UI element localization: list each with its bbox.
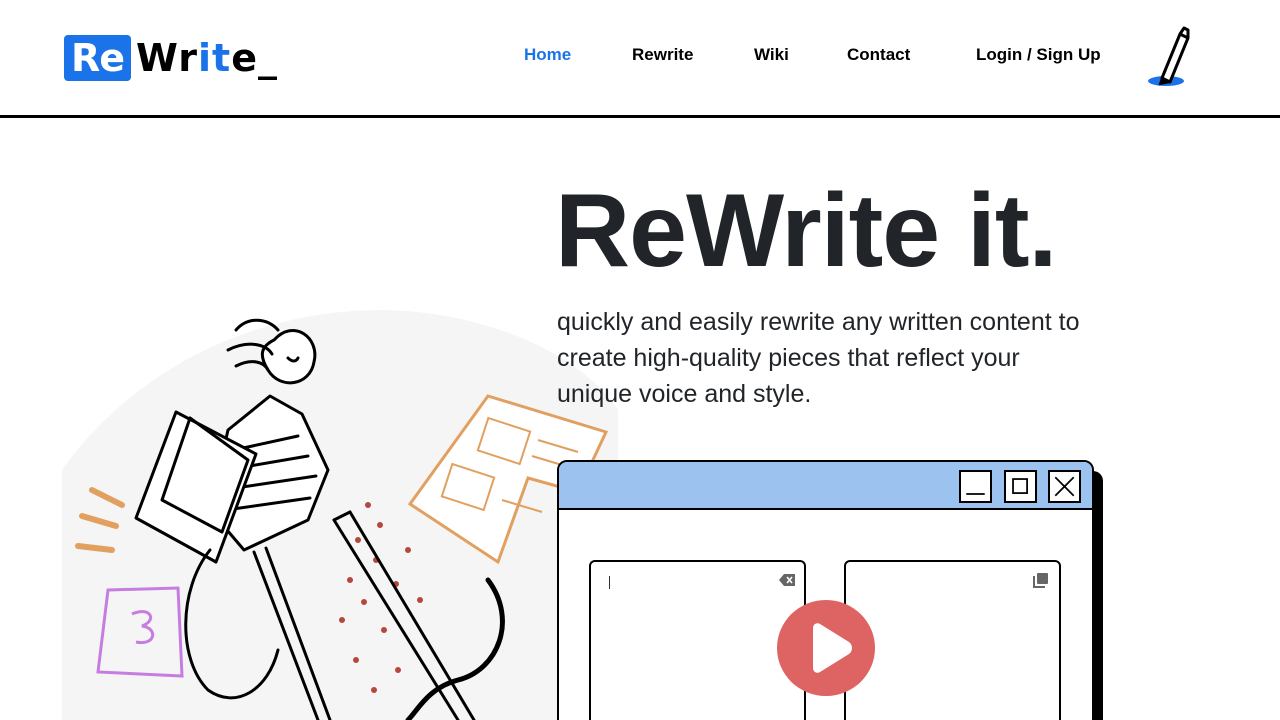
hero-illustration [62, 310, 618, 720]
window-titlebar [559, 462, 1092, 510]
nav-home-link[interactable]: Home [524, 45, 571, 65]
output-textarea[interactable] [844, 560, 1061, 720]
site-header: Re Write_ Home Rewrite Wiki Contact Logi… [0, 0, 1280, 118]
maximize-icon[interactable] [1004, 470, 1037, 503]
logo-badge: Re [64, 35, 131, 81]
nav-wiki-link[interactable]: Wiki [754, 45, 789, 65]
logo[interactable]: Re Write_ [64, 35, 278, 81]
close-icon[interactable] [1048, 470, 1081, 503]
logo-wordmark: Write_ [136, 36, 278, 80]
play-icon[interactable] [777, 600, 875, 696]
logo-text-c: e_ [231, 36, 278, 80]
logo-text-a: Wr [136, 36, 198, 80]
hero-subtitle: quickly and easily rewrite any written c… [557, 308, 1080, 408]
nav-login-signup-link[interactable]: Login / Sign Up [976, 45, 1101, 65]
pen-icon [1148, 26, 1190, 86]
input-textarea[interactable] [589, 560, 806, 720]
minimize-icon[interactable] [959, 470, 992, 503]
backspace-icon[interactable] [778, 572, 796, 588]
logo-text-b: it [198, 36, 232, 80]
hero-title: ReWrite it. [555, 173, 1057, 289]
nav-contact-link[interactable]: Contact [847, 45, 910, 65]
text-caret [609, 576, 610, 589]
nav-rewrite-link[interactable]: Rewrite [632, 45, 693, 65]
copy-icon[interactable] [1032, 572, 1050, 588]
